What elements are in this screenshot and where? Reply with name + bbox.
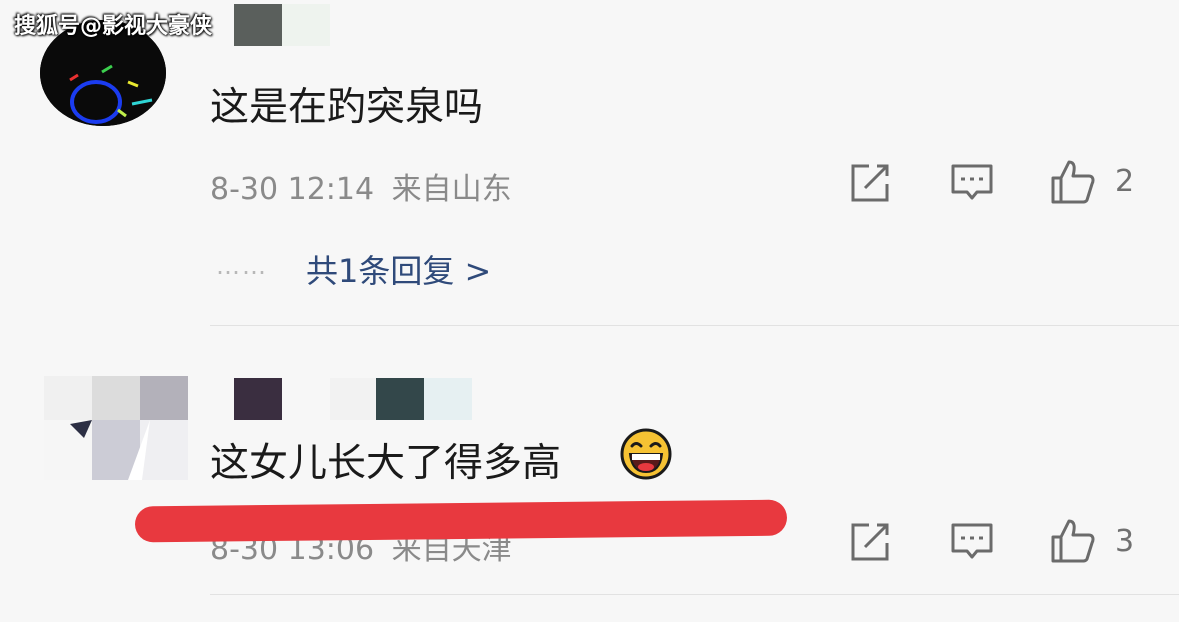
- username-mosaic: [234, 4, 282, 46]
- username-mosaic: [330, 378, 378, 420]
- watermark: 搜狐号@影视大豪侠: [14, 14, 213, 39]
- username-mosaic: [234, 378, 282, 420]
- divider: [210, 594, 1179, 595]
- like-count: 2: [1115, 164, 1135, 199]
- laughing-emoji-icon: [620, 428, 672, 480]
- username-mosaic: [424, 378, 472, 420]
- view-replies-link[interactable]: 共1条回复 >: [306, 246, 491, 292]
- avatar[interactable]: [44, 376, 188, 480]
- comment-text: 这女儿长大了得多高: [210, 441, 562, 486]
- share-edit-icon[interactable]: [847, 519, 893, 565]
- comment-bubble-icon[interactable]: [949, 519, 995, 565]
- comment-meta: 8-30 12:14 来自山东: [210, 164, 512, 208]
- thumbs-up-icon[interactable]: [1049, 517, 1095, 563]
- comment-bubble-icon[interactable]: [949, 160, 995, 206]
- username-mosaic: [282, 4, 330, 46]
- comment-text: 这是在趵突泉吗: [210, 85, 484, 130]
- comment-time: 8-30 12:14: [210, 172, 375, 207]
- like-count: 3: [1115, 524, 1135, 559]
- share-edit-icon[interactable]: [847, 160, 893, 206]
- reply-dots: ……: [216, 252, 268, 280]
- comment-location: 来自山东: [391, 172, 512, 207]
- thumbs-up-icon[interactable]: [1049, 158, 1095, 204]
- avatar-image: [70, 420, 150, 480]
- divider: [210, 325, 1179, 326]
- red-annotation-stroke: [134, 499, 788, 543]
- username-mosaic: [376, 378, 424, 420]
